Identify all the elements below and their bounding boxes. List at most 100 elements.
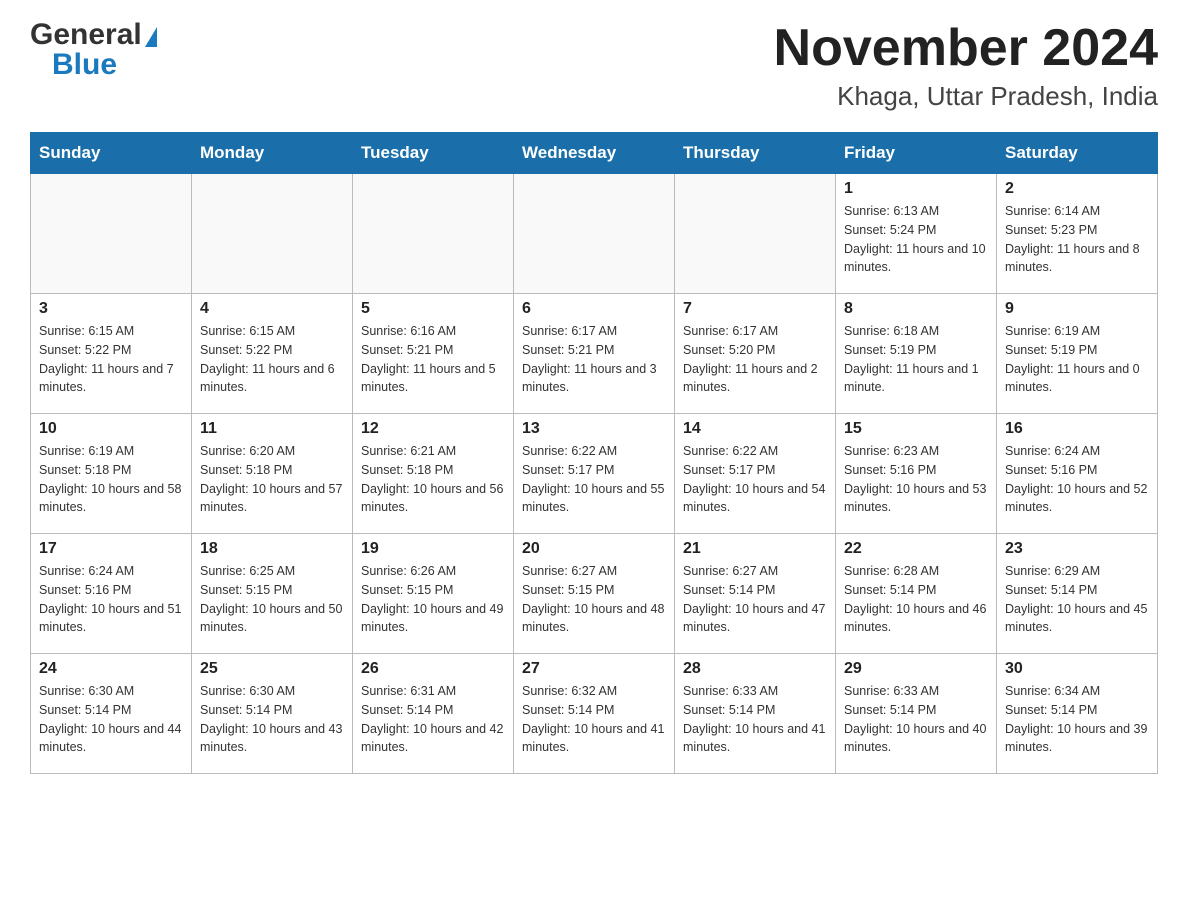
- calendar-cell: [31, 174, 192, 294]
- month-title: November 2024: [774, 20, 1158, 77]
- day-info: Sunrise: 6:28 AMSunset: 5:14 PMDaylight:…: [844, 562, 988, 637]
- page-header: General Blue November 2024 Khaga, Uttar …: [30, 20, 1158, 112]
- weekday-header-wednesday: Wednesday: [514, 133, 675, 174]
- day-number: 18: [200, 540, 344, 558]
- calendar-week-1: 1 Sunrise: 6:13 AMSunset: 5:24 PMDaylight…: [31, 174, 1158, 294]
- calendar-cell: [353, 174, 514, 294]
- day-number: 21: [683, 540, 827, 558]
- day-number: 12: [361, 420, 505, 438]
- calendar-cell: 3Sunrise: 6:15 AMSunset: 5:22 PMDaylight…: [31, 294, 192, 414]
- location-title: Khaga, Uttar Pradesh, India: [774, 81, 1158, 112]
- day-info: Sunrise: 6:19 AMSunset: 5:18 PMDaylight:…: [39, 442, 183, 517]
- day-info: Sunrise: 6:19 AMSunset: 5:19 PMDaylight:…: [1005, 322, 1149, 397]
- day-info: Sunrise: 6:15 AMSunset: 5:22 PMDaylight:…: [200, 322, 344, 397]
- day-info: Sunrise: 6:34 AMSunset: 5:14 PMDaylight:…: [1005, 682, 1149, 757]
- calendar-cell: 14 Sunrise: 6:22 AMSunset: 5:17 PMDayligh…: [675, 414, 836, 534]
- day-number: 5: [361, 300, 505, 318]
- day-info: Sunrise: 6:17 AMSunset: 5:21 PMDaylight:…: [522, 322, 666, 397]
- calendar-cell: 16 Sunrise: 6:24 AMSunset: 5:16 PMDayligh…: [997, 414, 1158, 534]
- calendar-cell: 11 Sunrise: 6:20 AMSunset: 5:18 PMDayligh…: [192, 414, 353, 534]
- day-number: 14: [683, 420, 827, 438]
- day-number: 19: [361, 540, 505, 558]
- calendar-cell: [514, 174, 675, 294]
- calendar-cell: 18Sunrise: 6:25 AMSunset: 5:15 PMDayligh…: [192, 534, 353, 654]
- weekday-header-saturday: Saturday: [997, 133, 1158, 174]
- day-number: 2: [1005, 180, 1149, 198]
- day-number: 29: [844, 660, 988, 678]
- calendar-week-4: 17Sunrise: 6:24 AMSunset: 5:16 PMDayligh…: [31, 534, 1158, 654]
- day-info: Sunrise: 6:14 AMSunset: 5:23 PMDaylight:…: [1005, 202, 1149, 277]
- logo-blue-text: Blue: [52, 50, 117, 80]
- day-info: Sunrise: 6:13 AMSunset: 5:24 PMDaylight:…: [844, 202, 988, 277]
- day-number: 26: [361, 660, 505, 678]
- day-number: 8: [844, 300, 988, 318]
- logo-arrow-icon: [145, 27, 157, 47]
- calendar-body: 1 Sunrise: 6:13 AMSunset: 5:24 PMDaylight…: [31, 174, 1158, 774]
- day-number: 24: [39, 660, 183, 678]
- day-info: Sunrise: 6:33 AMSunset: 5:14 PMDaylight:…: [844, 682, 988, 757]
- day-number: 6: [522, 300, 666, 318]
- calendar-cell: 1 Sunrise: 6:13 AMSunset: 5:24 PMDaylight…: [836, 174, 997, 294]
- calendar-cell: 24 Sunrise: 6:30 AMSunset: 5:14 PMDayligh…: [31, 654, 192, 774]
- calendar-week-2: 3Sunrise: 6:15 AMSunset: 5:22 PMDaylight…: [31, 294, 1158, 414]
- day-info: Sunrise: 6:22 AMSunset: 5:17 PMDaylight:…: [522, 442, 666, 517]
- weekday-header-thursday: Thursday: [675, 133, 836, 174]
- day-info: Sunrise: 6:26 AMSunset: 5:15 PMDaylight:…: [361, 562, 505, 637]
- calendar-cell: [192, 174, 353, 294]
- day-number: 1: [844, 180, 988, 198]
- logo: General Blue: [30, 20, 157, 80]
- weekday-header-tuesday: Tuesday: [353, 133, 514, 174]
- calendar-cell: 30 Sunrise: 6:34 AMSunset: 5:14 PMDayligh…: [997, 654, 1158, 774]
- day-number: 16: [1005, 420, 1149, 438]
- day-info: Sunrise: 6:32 AMSunset: 5:14 PMDaylight:…: [522, 682, 666, 757]
- day-number: 25: [200, 660, 344, 678]
- calendar-cell: 28Sunrise: 6:33 AMSunset: 5:14 PMDayligh…: [675, 654, 836, 774]
- day-number: 9: [1005, 300, 1149, 318]
- weekday-header-monday: Monday: [192, 133, 353, 174]
- calendar-table: SundayMondayTuesdayWednesdayThursdayFrid…: [30, 132, 1158, 774]
- day-number: 28: [683, 660, 827, 678]
- day-info: Sunrise: 6:31 AMSunset: 5:14 PMDaylight:…: [361, 682, 505, 757]
- calendar-cell: 26 Sunrise: 6:31 AMSunset: 5:14 PMDayligh…: [353, 654, 514, 774]
- day-info: Sunrise: 6:17 AMSunset: 5:20 PMDaylight:…: [683, 322, 827, 397]
- day-info: Sunrise: 6:15 AMSunset: 5:22 PMDaylight:…: [39, 322, 183, 397]
- day-number: 10: [39, 420, 183, 438]
- day-number: 22: [844, 540, 988, 558]
- calendar-cell: [675, 174, 836, 294]
- calendar-cell: 23Sunrise: 6:29 AMSunset: 5:14 PMDayligh…: [997, 534, 1158, 654]
- day-info: Sunrise: 6:18 AMSunset: 5:19 PMDaylight:…: [844, 322, 988, 397]
- weekday-header-row: SundayMondayTuesdayWednesdayThursdayFrid…: [31, 133, 1158, 174]
- day-number: 27: [522, 660, 666, 678]
- calendar-cell: 8 Sunrise: 6:18 AMSunset: 5:19 PMDaylight…: [836, 294, 997, 414]
- calendar-cell: 17Sunrise: 6:24 AMSunset: 5:16 PMDayligh…: [31, 534, 192, 654]
- calendar-cell: 12Sunrise: 6:21 AMSunset: 5:18 PMDayligh…: [353, 414, 514, 534]
- calendar-cell: 6 Sunrise: 6:17 AMSunset: 5:21 PMDaylight…: [514, 294, 675, 414]
- calendar-cell: 9 Sunrise: 6:19 AMSunset: 5:19 PMDaylight…: [997, 294, 1158, 414]
- calendar-cell: 15Sunrise: 6:23 AMSunset: 5:16 PMDayligh…: [836, 414, 997, 534]
- weekday-header-friday: Friday: [836, 133, 997, 174]
- day-info: Sunrise: 6:27 AMSunset: 5:14 PMDaylight:…: [683, 562, 827, 637]
- calendar-cell: 13Sunrise: 6:22 AMSunset: 5:17 PMDayligh…: [514, 414, 675, 534]
- day-number: 7: [683, 300, 827, 318]
- day-info: Sunrise: 6:20 AMSunset: 5:18 PMDaylight:…: [200, 442, 344, 517]
- day-info: Sunrise: 6:22 AMSunset: 5:17 PMDaylight:…: [683, 442, 827, 517]
- calendar-cell: 2 Sunrise: 6:14 AMSunset: 5:23 PMDaylight…: [997, 174, 1158, 294]
- calendar-cell: 4Sunrise: 6:15 AMSunset: 5:22 PMDaylight…: [192, 294, 353, 414]
- day-number: 30: [1005, 660, 1149, 678]
- day-info: Sunrise: 6:16 AMSunset: 5:21 PMDaylight:…: [361, 322, 505, 397]
- calendar-cell: 29 Sunrise: 6:33 AMSunset: 5:14 PMDayligh…: [836, 654, 997, 774]
- calendar-cell: 27 Sunrise: 6:32 AMSunset: 5:14 PMDayligh…: [514, 654, 675, 774]
- day-number: 17: [39, 540, 183, 558]
- calendar-cell: 25 Sunrise: 6:30 AMSunset: 5:14 PMDayligh…: [192, 654, 353, 774]
- calendar-week-3: 10 Sunrise: 6:19 AMSunset: 5:18 PMDayligh…: [31, 414, 1158, 534]
- header-right: November 2024 Khaga, Uttar Pradesh, Indi…: [774, 20, 1158, 112]
- day-info: Sunrise: 6:24 AMSunset: 5:16 PMDaylight:…: [1005, 442, 1149, 517]
- day-number: 11: [200, 420, 344, 438]
- day-info: Sunrise: 6:30 AMSunset: 5:14 PMDaylight:…: [200, 682, 344, 757]
- calendar-cell: 21 Sunrise: 6:27 AMSunset: 5:14 PMDayligh…: [675, 534, 836, 654]
- day-number: 15: [844, 420, 988, 438]
- calendar-cell: 19 Sunrise: 6:26 AMSunset: 5:15 PMDayligh…: [353, 534, 514, 654]
- calendar-header: SundayMondayTuesdayWednesdayThursdayFrid…: [31, 133, 1158, 174]
- day-info: Sunrise: 6:30 AMSunset: 5:14 PMDaylight:…: [39, 682, 183, 757]
- day-number: 23: [1005, 540, 1149, 558]
